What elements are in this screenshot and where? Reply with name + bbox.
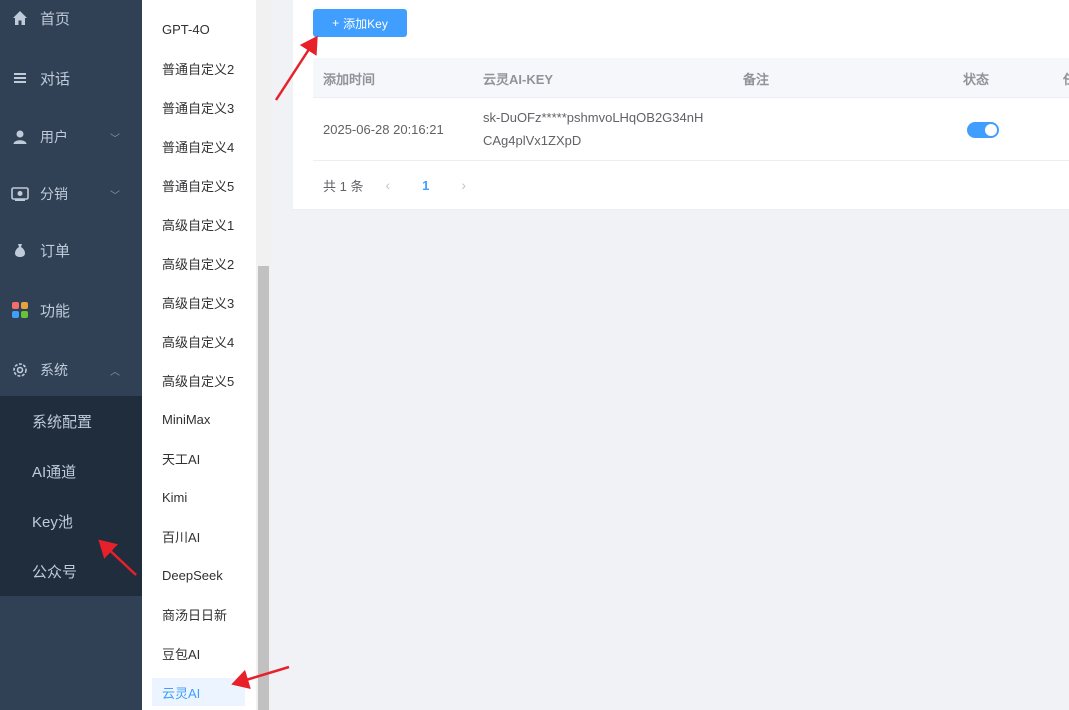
model-menu-item[interactable]: 普通自定义3	[152, 93, 245, 121]
sidebar-item-label: 订单	[40, 242, 71, 260]
model-menu-item[interactable]: 普通自定义4	[152, 132, 245, 160]
model-menu-item[interactable]: 高级自定义1	[152, 210, 245, 238]
gear-icon	[11, 361, 29, 379]
sidebar-item-label: 对话	[40, 70, 71, 88]
sidebar-item-orders[interactable]: 订单	[0, 230, 142, 270]
column-header-status: 状态	[963, 71, 990, 87]
cell-time: 2025-06-28 20:16:21	[323, 122, 444, 137]
model-menu-item[interactable]: 天工AI	[152, 444, 245, 472]
home-icon	[11, 9, 29, 27]
model-menu-item[interactable]: 高级自定义4	[152, 327, 245, 355]
sidebar-item-label: 功能	[40, 302, 71, 320]
system-submenu: 系统配置 AI通道 Key池 公众号	[0, 396, 142, 596]
sidebar-item-system[interactable]: 系统 ︿	[0, 350, 142, 390]
sidebar-item-chat[interactable]: 对话	[0, 58, 142, 98]
user-icon	[11, 128, 29, 146]
sidebar-item-users[interactable]: 用户 ﹀	[0, 117, 142, 157]
plus-icon: +	[332, 16, 340, 30]
submenu-item-key-pool[interactable]: Key池	[0, 501, 142, 541]
chevron-down-icon: ﹀	[110, 190, 120, 202]
status-toggle[interactable]	[967, 122, 999, 138]
model-menu: GPT-4O 普通自定义2 普通自定义3 普通自定义4 普通自定义5 高级自定义1 高级自定…	[142, 0, 256, 710]
column-header-key: 云灵AI-KEY	[483, 71, 554, 87]
model-menu-item[interactable]: DeepSeek	[152, 561, 245, 589]
model-menu-item[interactable]: 普通自定义5	[152, 171, 245, 199]
add-key-button[interactable]: + 添加Key	[313, 9, 407, 37]
page-number[interactable]: 1	[422, 178, 429, 193]
model-menu-item[interactable]: GPT-4O	[152, 15, 245, 43]
sidebar-item-distribution[interactable]: 分销 ﹀	[0, 174, 142, 214]
model-menu-item[interactable]: 高级自定义2	[152, 249, 245, 277]
money-bag-icon	[11, 241, 29, 259]
pagination-total: 共 1 条	[323, 178, 364, 194]
scrollbar-thumb[interactable]	[258, 266, 269, 710]
sidebar-item-home[interactable]: 首页	[0, 0, 142, 38]
cell-key-line2: CAg4plVx1ZXpD	[483, 133, 582, 148]
model-menu-item[interactable]: 豆包AI	[152, 639, 245, 667]
column-header-time: 添加时间	[323, 71, 376, 87]
chevron-up-icon: ︿	[110, 366, 120, 378]
sidebar-item-label: 用户	[40, 129, 68, 145]
model-menu-item[interactable]: MiniMax	[152, 405, 245, 433]
prev-page-icon[interactable]: ‹	[385, 177, 390, 193]
column-header-action: 任	[1063, 58, 1069, 98]
sidebar-item-functions[interactable]: 功能	[0, 290, 142, 330]
model-menu-item[interactable]: Kimi	[152, 483, 245, 511]
cell-key-line1: sk-DuOFz*****pshmvoLHqOB2G34nH	[483, 110, 704, 125]
sidebar-item-label: 首页	[40, 10, 71, 28]
table-row: 2025-06-28 20:16:21 sk-DuOFz*****pshmvoL…	[313, 98, 1069, 161]
model-menu-item[interactable]: 普通自定义2	[152, 54, 245, 82]
submenu-item-ai-channel[interactable]: AI通道	[0, 451, 142, 491]
share-icon	[11, 185, 29, 203]
pagination: 共 1 条 ‹ 1 ›	[313, 170, 466, 200]
table-header: 添加时间 云灵AI-KEY 备注 状态 任	[313, 58, 1069, 98]
model-menu-item[interactable]: 百川AI	[152, 522, 245, 550]
sidebar-item-label: 分销	[40, 186, 68, 202]
submenu-item-official-account[interactable]: 公众号	[0, 551, 142, 591]
column-header-note: 备注	[743, 71, 770, 87]
sidebar-item-label: 系统	[40, 362, 68, 378]
next-page-icon[interactable]: ›	[461, 177, 466, 193]
model-menu-item[interactable]: 商汤日日新	[152, 600, 245, 628]
list-icon	[11, 69, 29, 87]
add-key-label: 添加Key	[343, 16, 388, 31]
model-menu-item[interactable]: 云灵AI	[152, 678, 245, 706]
chevron-down-icon: ﹀	[110, 133, 120, 145]
apps-icon	[11, 301, 29, 319]
model-menu-item[interactable]: 高级自定义5	[152, 366, 245, 394]
submenu-item-system-config[interactable]: 系统配置	[0, 401, 142, 441]
sidebar: 首页 对话 用户 ﹀ 分销 ﹀ 订单 功能 系统 ︿ 系统配置 AI通道 Key…	[0, 0, 142, 710]
model-menu-item[interactable]: 高级自定义3	[152, 288, 245, 316]
